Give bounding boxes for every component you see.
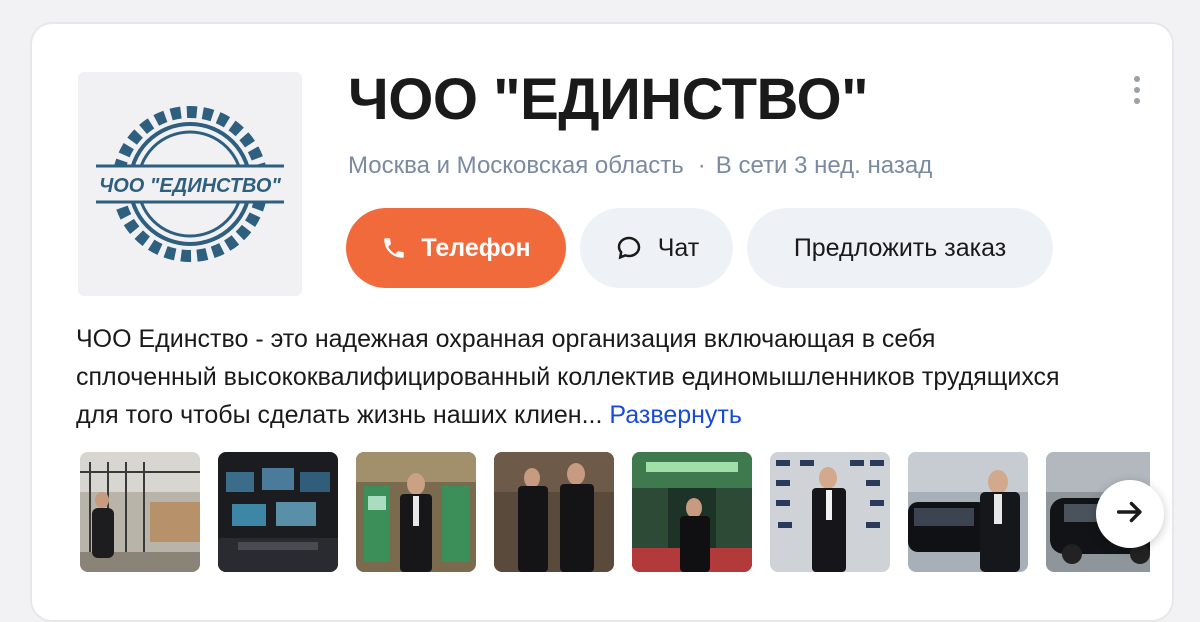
phone-button[interactable]: Телефон: [346, 208, 566, 288]
offer-order-button[interactable]: Предложить заказ: [747, 208, 1053, 288]
chat-button[interactable]: Чат: [580, 208, 733, 288]
expand-link[interactable]: Развернуть: [609, 401, 742, 429]
chat-bubble-icon: [614, 233, 644, 263]
photo-gallery: [80, 452, 1150, 576]
phone-icon: [381, 235, 407, 261]
more-options-button[interactable]: [1128, 76, 1146, 104]
online-status: В сети 3 нед. назад: [715, 152, 933, 179]
meta-separator: ·: [697, 152, 706, 179]
company-card: ЧОО "ЕДИНСТВО" ЧОО "ЕДИНСТВО" Москва и М…: [30, 22, 1174, 622]
gallery-photo[interactable]: [494, 452, 614, 572]
phone-button-label: Телефон: [421, 233, 531, 262]
gallery-photo[interactable]: [218, 452, 338, 572]
company-meta: Москва и Московская область · В сети 3 нед…: [348, 152, 932, 180]
more-vertical-icon: [1134, 76, 1140, 82]
company-description: ЧОО Единство - это надежная охранная орг…: [76, 320, 1076, 434]
gallery-photo[interactable]: [80, 452, 200, 572]
gallery-next-button[interactable]: [1096, 480, 1164, 548]
gallery-photo[interactable]: [356, 452, 476, 572]
offer-order-label: Предложить заказ: [793, 233, 1007, 262]
chat-button-label: Чат: [657, 233, 700, 262]
company-region: Москва и Московская область: [348, 152, 684, 179]
description-text: ЧОО Единство - это надежная охранная орг…: [76, 325, 1060, 429]
arrow-right-icon: [1113, 495, 1147, 534]
company-logo: ЧОО "ЕДИНСТВО": [78, 72, 302, 296]
logo-text: ЧОО "ЕДИНСТВО": [99, 175, 281, 197]
gallery-photo[interactable]: [770, 452, 890, 572]
company-name: ЧОО "ЕДИНСТВО": [348, 67, 869, 132]
gallery-photo[interactable]: [908, 452, 1028, 572]
gallery-photo[interactable]: [632, 452, 752, 572]
